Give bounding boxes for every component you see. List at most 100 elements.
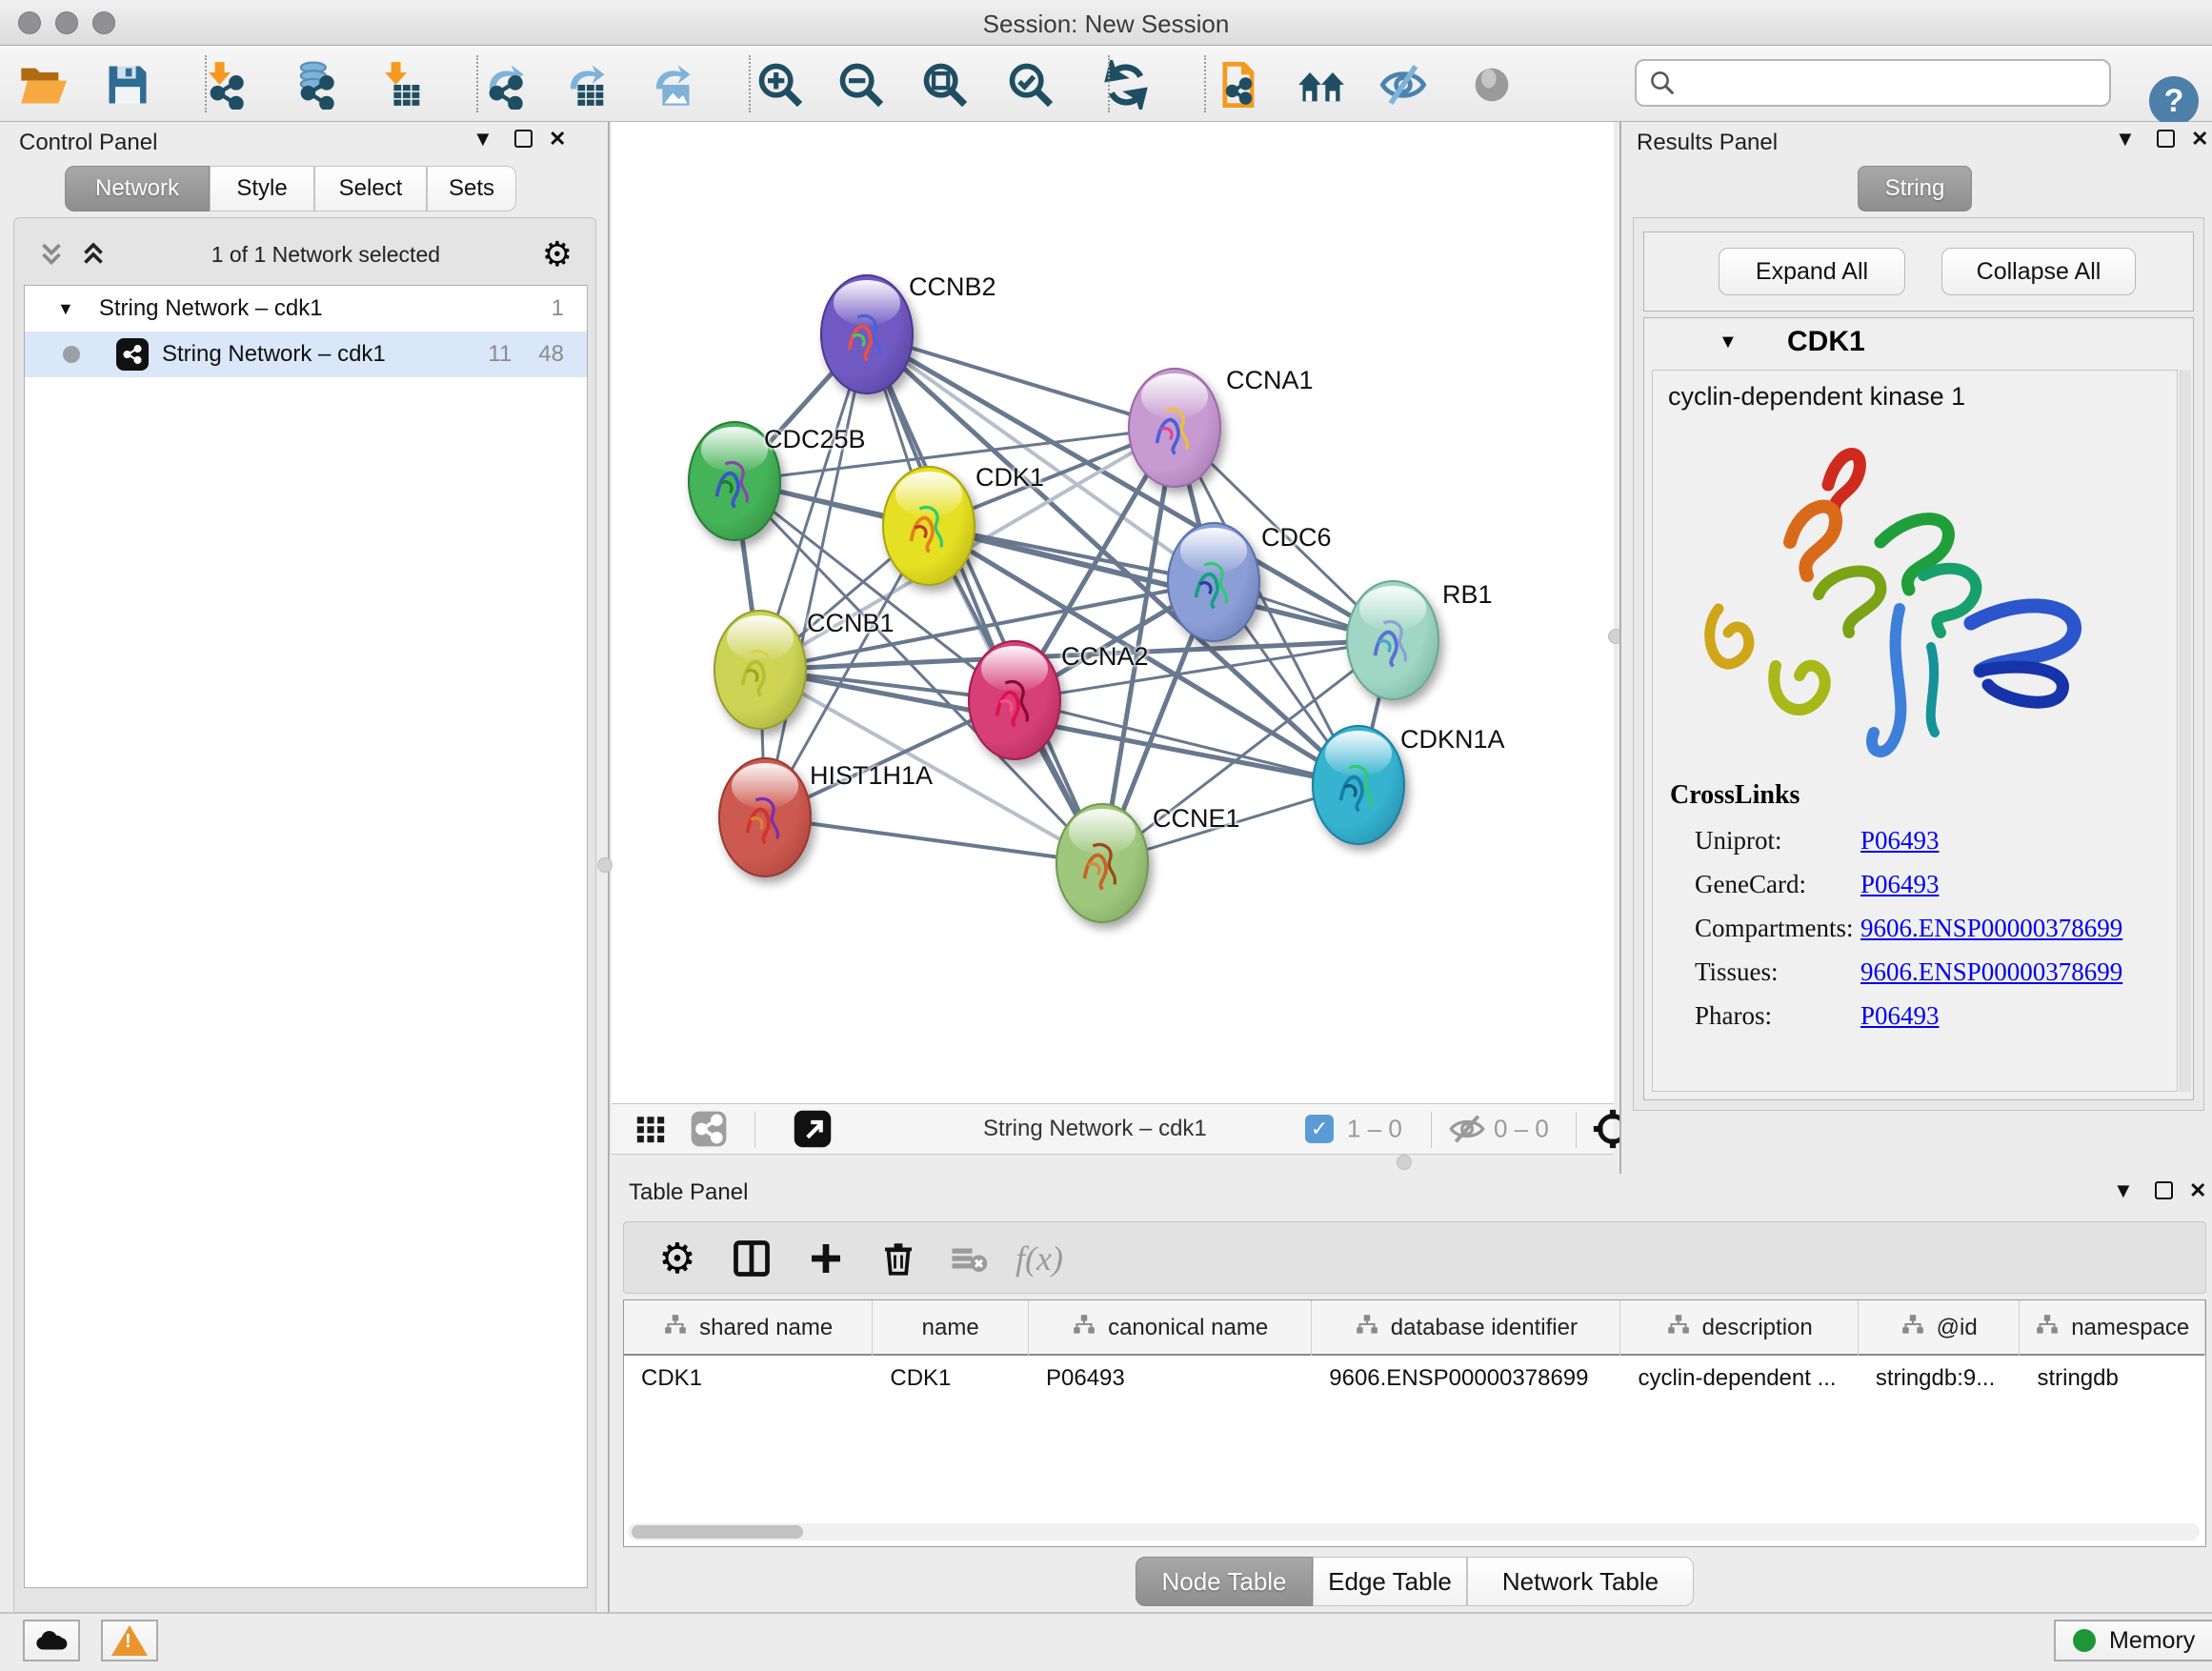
- control-panel-float-icon[interactable]: [514, 128, 533, 154]
- export-network-icon[interactable]: [476, 57, 532, 112]
- expand-all-button[interactable]: Expand All: [1719, 248, 1905, 295]
- zoom-in-icon[interactable]: [753, 57, 808, 112]
- expand-all-icon[interactable]: [77, 238, 110, 271]
- column-header-canonical-name[interactable]: canonical name: [1029, 1300, 1312, 1356]
- table-hscrollbar-thumb[interactable]: [632, 1525, 803, 1539]
- edge-HIST1H1A-CCNE1[interactable]: [765, 817, 1102, 863]
- selected-checkbox[interactable]: ✓: [1305, 1115, 1334, 1143]
- export-table-icon[interactable]: [557, 57, 613, 112]
- tab-style[interactable]: Style: [210, 166, 314, 211]
- column-header-shared-name[interactable]: shared name: [624, 1300, 873, 1356]
- node-RB1[interactable]: [1346, 580, 1439, 700]
- tab-edge-table[interactable]: Edge Table: [1313, 1557, 1467, 1606]
- network-row[interactable]: String Network – cdk1 11 48: [25, 332, 587, 377]
- tab-network[interactable]: Network: [65, 166, 210, 211]
- tab-network-table[interactable]: Network Table: [1467, 1557, 1694, 1606]
- results-panel-float-icon[interactable]: [2157, 128, 2175, 154]
- tab-sets[interactable]: Sets: [427, 166, 516, 211]
- table-panel-float-icon[interactable]: [2155, 1179, 2173, 1206]
- results-scrollbar[interactable]: [2180, 370, 2191, 1092]
- tab-node-table[interactable]: Node Table: [1136, 1557, 1313, 1606]
- table-cell[interactable]: cyclin-dependent ...: [1620, 1356, 1858, 1401]
- network-collection-row[interactable]: ▼ String Network – cdk1 1: [25, 286, 587, 332]
- tab-select[interactable]: Select: [314, 166, 427, 211]
- open-session-icon[interactable]: [14, 57, 70, 112]
- control-panel-close-icon[interactable]: ✕: [549, 126, 566, 152]
- column-header-name[interactable]: name: [873, 1300, 1029, 1356]
- network-options-gear-icon[interactable]: ⚙: [542, 234, 573, 274]
- table-row[interactable]: CDK1CDK1P064939606.ENSP00000378699cyclin…: [624, 1356, 2205, 1401]
- table-options-gear-icon[interactable]: ⚙: [649, 1230, 706, 1287]
- collapse-all-icon[interactable]: [35, 238, 68, 271]
- node-CCNE1[interactable]: [1056, 803, 1149, 923]
- zoom-selected-icon[interactable]: [1003, 57, 1058, 112]
- results-panel-close-icon[interactable]: ✕: [2191, 126, 2208, 152]
- table-cell[interactable]: P06493: [1029, 1356, 1312, 1401]
- column-header--id[interactable]: @id: [1859, 1300, 2021, 1356]
- node-CDK1[interactable]: [882, 466, 975, 586]
- hide-eye-icon[interactable]: [1376, 57, 1431, 112]
- node-CCNB1[interactable]: [714, 610, 807, 730]
- crosslink-link[interactable]: P06493: [1860, 826, 1940, 856]
- show-columns-icon[interactable]: [723, 1230, 780, 1287]
- node-CDC6[interactable]: [1167, 522, 1260, 642]
- table-cell[interactable]: stringdb:9...: [1859, 1356, 2021, 1401]
- network-view-toolbar: String Network – cdk1 ✓ 1 – 0 0 – 0: [612, 1103, 1614, 1155]
- collapse-all-button[interactable]: Collapse All: [1941, 248, 2136, 295]
- left-splitter-handle[interactable]: [597, 857, 613, 873]
- column-header-database-identifier[interactable]: database identifier: [1312, 1300, 1620, 1356]
- create-column-icon[interactable]: [797, 1230, 855, 1287]
- network-canvas[interactable]: CCNB2CCNA1CDC25BCDK1CDC6RB1CCNB1CCNA2CDK…: [612, 122, 1614, 1103]
- birdseye-share-icon[interactable]: [690, 1110, 728, 1148]
- collection-expand-icon[interactable]: ▼: [57, 299, 74, 319]
- save-session-icon[interactable]: [100, 57, 155, 112]
- table-cell[interactable]: 9606.ENSP00000378699: [1312, 1356, 1620, 1401]
- node-CCNA2[interactable]: [968, 640, 1061, 760]
- import-table-file-icon[interactable]: [373, 57, 429, 112]
- crosslink-label: Compartments:: [1670, 914, 1860, 943]
- edge-HIST1H1A-CCNB2[interactable]: [765, 334, 867, 817]
- column-header-namespace[interactable]: namespace: [2020, 1300, 2205, 1356]
- crosslink-link[interactable]: 9606.ENSP00000378699: [1860, 957, 2122, 987]
- table-cell[interactable]: stringdb: [2020, 1356, 2205, 1401]
- table-cell[interactable]: CDK1: [624, 1356, 873, 1401]
- crosslink-label: Uniprot:: [1670, 826, 1860, 856]
- cloud-button[interactable]: [23, 1620, 80, 1661]
- help-button[interactable]: ?: [2149, 76, 2199, 126]
- table-panel-menu-icon[interactable]: ▼: [2113, 1178, 2134, 1204]
- home-network-icon[interactable]: [1294, 57, 1349, 112]
- node-CCNB2[interactable]: [820, 274, 914, 394]
- results-panel-menu-icon[interactable]: ▼: [2115, 126, 2136, 152]
- table-panel-close-icon[interactable]: ✕: [2189, 1178, 2206, 1204]
- crosslink-link[interactable]: P06493: [1860, 870, 1940, 899]
- refresh-icon[interactable]: [1098, 57, 1154, 112]
- node-CCNA1[interactable]: [1128, 368, 1221, 488]
- delete-table-icon[interactable]: [940, 1230, 997, 1287]
- node-CDKN1A[interactable]: [1312, 725, 1405, 845]
- crosslink-link[interactable]: 9606.ENSP00000378699: [1860, 914, 2122, 943]
- node-HIST1H1A[interactable]: [718, 757, 812, 877]
- warning-button[interactable]: [101, 1620, 158, 1661]
- clipboard-network-icon[interactable]: [1212, 57, 1267, 112]
- zoom-out-icon[interactable]: [834, 57, 889, 112]
- export-image-icon[interactable]: [643, 57, 698, 112]
- column-header-description[interactable]: description: [1620, 1300, 1858, 1356]
- control-panel-menu-icon[interactable]: ▼: [473, 126, 493, 152]
- crosslink-link[interactable]: P06493: [1860, 1001, 1940, 1031]
- tab-string[interactable]: String: [1858, 166, 1972, 211]
- delete-column-icon[interactable]: [870, 1230, 927, 1287]
- sphere-icon[interactable]: [1464, 57, 1519, 112]
- cdk1-collapse-icon[interactable]: ▼: [1719, 332, 1738, 353]
- cdk1-section-title[interactable]: CDK1: [1787, 326, 1865, 358]
- search-input[interactable]: [1677, 70, 2086, 96]
- grid-view-icon[interactable]: [634, 1113, 667, 1145]
- zoom-fit-icon[interactable]: [917, 57, 973, 112]
- hidden-eye-icon[interactable]: [1448, 1110, 1486, 1148]
- search-field[interactable]: [1635, 59, 2111, 107]
- protein-thumbnail: [734, 643, 787, 703]
- import-network-database-icon[interactable]: [288, 57, 343, 112]
- bottom-splitter-handle[interactable]: [1397, 1155, 1412, 1170]
- table-cell[interactable]: CDK1: [873, 1356, 1029, 1401]
- open-in-window-icon[interactable]: [793, 1109, 833, 1149]
- memory-button[interactable]: Memory: [2054, 1620, 2212, 1661]
